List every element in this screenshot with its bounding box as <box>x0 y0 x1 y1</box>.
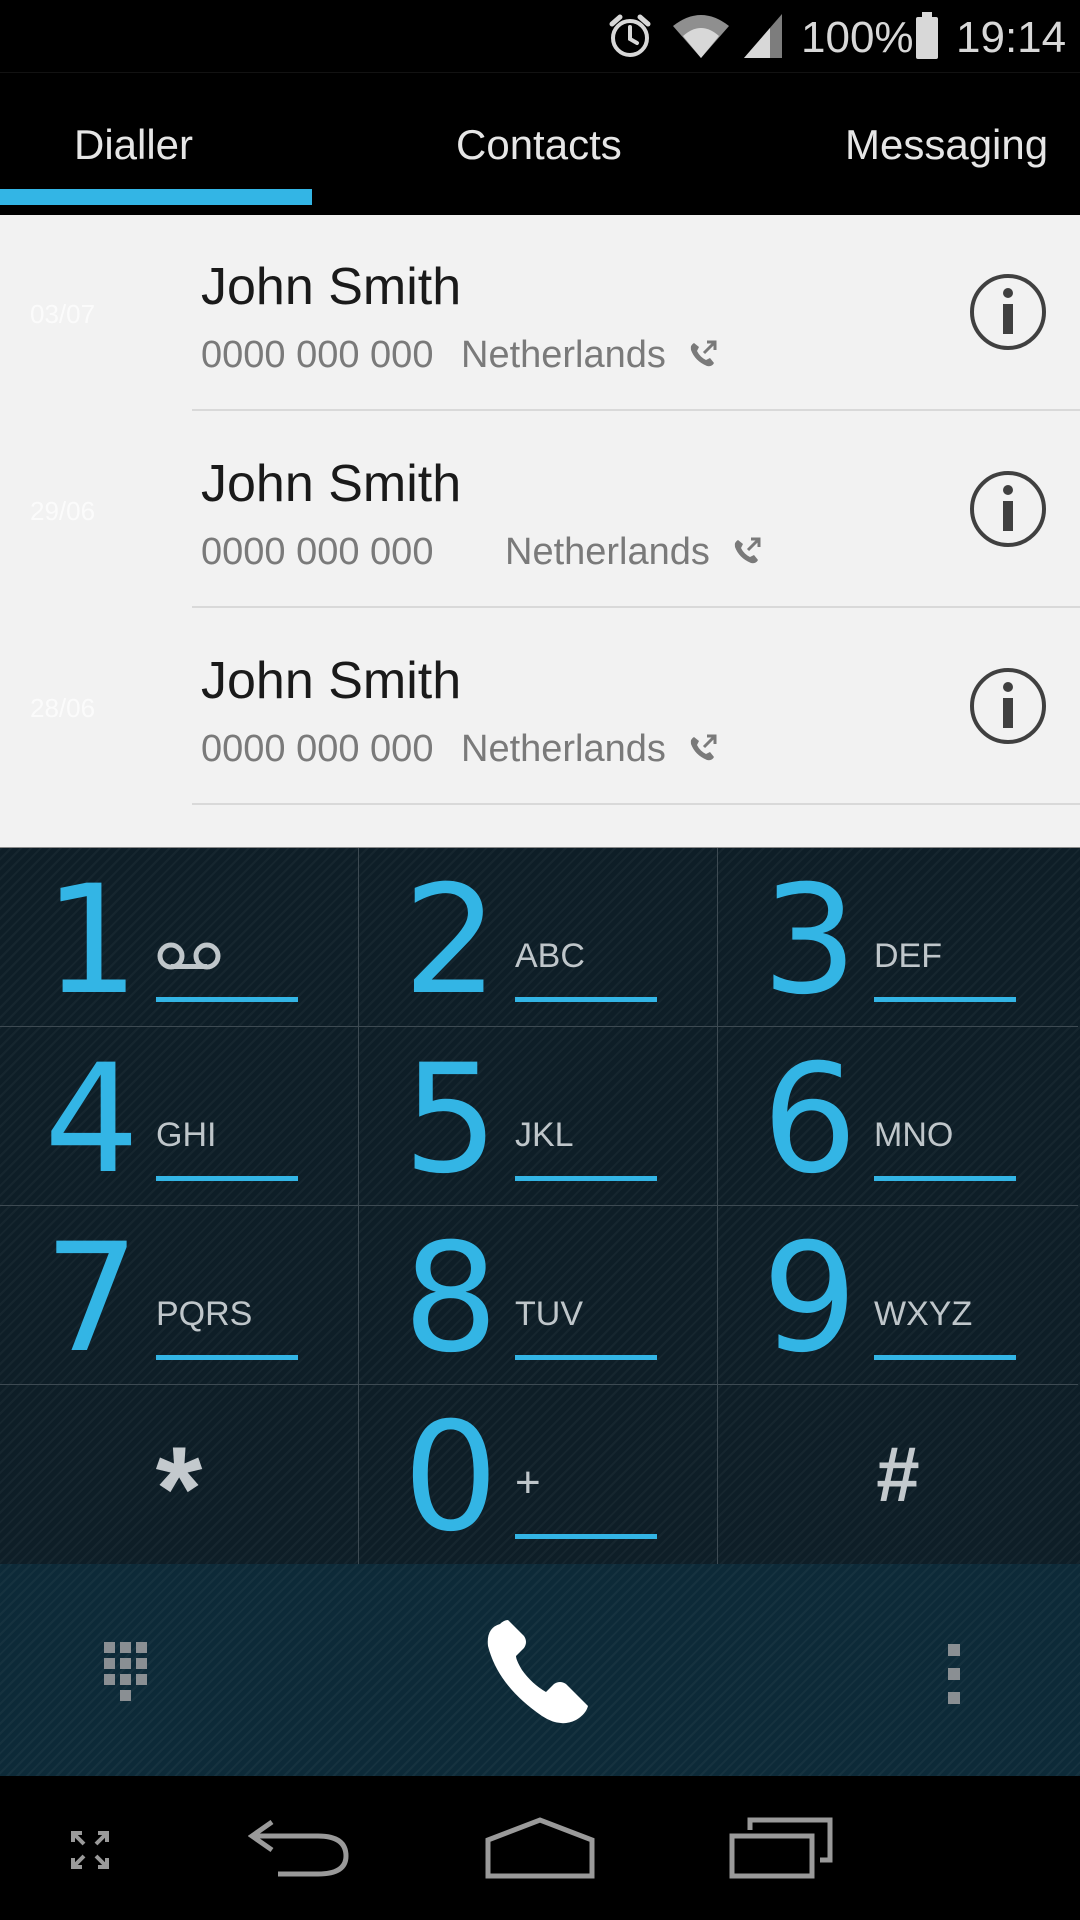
dialer-action-bar <box>0 1564 1080 1776</box>
dialpad-key-2[interactable]: 2 ABC <box>359 848 718 1027</box>
voicemail-icon <box>157 942 221 970</box>
call-location: Netherlands <box>505 531 710 573</box>
navigation-bar <box>0 1776 1080 1920</box>
key-digit: 9 <box>762 1212 858 1386</box>
dialpad: 1 2 ABC 3 DEF 4 GHI 5 JKL 6 MNO 7 PQRS 8… <box>0 848 1080 1564</box>
key-digit: 7 <box>44 1212 140 1386</box>
contact-info-button[interactable] <box>969 667 1047 745</box>
phone-number: 0000 000 000 <box>201 531 434 573</box>
key-underline <box>515 1534 657 1539</box>
dialpad-key-3[interactable]: 3 DEF <box>718 848 1078 1027</box>
key-underline <box>515 997 657 1002</box>
key-letters: JKL <box>515 1116 574 1154</box>
key-underline <box>874 1176 1016 1181</box>
status-bar: 100% 19:14 <box>0 0 1080 73</box>
key-underline <box>156 1176 298 1181</box>
contact-info-button[interactable] <box>969 273 1047 351</box>
wifi-icon <box>673 15 729 58</box>
tab-dialler[interactable]: Dialler <box>74 119 193 171</box>
dialpad-key-hash[interactable]: # <box>718 1385 1078 1564</box>
tab-messaging[interactable]: Messaging <box>845 119 1048 171</box>
outgoing-call-icon <box>690 734 717 761</box>
contact-name: John Smith <box>201 455 462 513</box>
key-digit: * <box>155 1422 203 1556</box>
key-digit: 8 <box>403 1212 499 1386</box>
row-divider <box>192 606 1080 608</box>
call-log-item[interactable]: 28/06 John Smith 0000 000 000 Netherland… <box>0 609 1080 805</box>
key-letters: TUV <box>515 1295 583 1333</box>
key-letters: ABC <box>515 937 585 975</box>
dialer-screen: 100% 19:14 Dialler Contacts Messaging 03… <box>0 0 1080 1920</box>
key-underline <box>156 997 298 1002</box>
key-letters: WXYZ <box>874 1295 973 1333</box>
dialpad-key-5[interactable]: 5 JKL <box>359 1027 718 1206</box>
key-digit: 4 <box>44 1033 140 1207</box>
dialpad-key-9[interactable]: 9 WXYZ <box>718 1206 1078 1385</box>
tab-bar: Dialler Contacts Messaging <box>0 73 1080 215</box>
overflow-menu-icon[interactable] <box>944 1642 964 1706</box>
row-divider <box>192 803 1080 805</box>
contact-name: John Smith <box>201 258 462 316</box>
dialpad-key-star[interactable]: * <box>0 1385 359 1564</box>
key-letters: + <box>515 1458 541 1507</box>
expand-icon[interactable] <box>70 1830 110 1870</box>
call-log-item[interactable]: 29/06 John Smith 0000 000 000 Netherland… <box>0 412 1080 608</box>
back-icon[interactable] <box>248 1820 352 1880</box>
dialpad-key-4[interactable]: 4 GHI <box>0 1027 359 1206</box>
contact-info-button[interactable] <box>969 470 1047 548</box>
key-digit: 1 <box>44 854 140 1028</box>
key-letters: PQRS <box>156 1295 253 1333</box>
call-date: 28/06 <box>30 693 96 723</box>
alarm-icon <box>609 14 651 57</box>
key-digit: 2 <box>403 854 499 1028</box>
key-digit: 0 <box>403 1391 499 1565</box>
battery-percentage: 100% <box>801 13 914 62</box>
key-letters: GHI <box>156 1116 217 1154</box>
call-icon[interactable] <box>480 1612 600 1732</box>
key-underline <box>874 1355 1016 1360</box>
contact-name: John Smith <box>201 652 462 710</box>
recents-icon[interactable] <box>728 1816 834 1880</box>
key-underline <box>515 1355 657 1360</box>
dialpad-key-6[interactable]: 6 MNO <box>718 1027 1078 1206</box>
call-location: Netherlands <box>461 334 666 376</box>
dialpad-key-8[interactable]: 8 TUV <box>359 1206 718 1385</box>
key-underline <box>515 1176 657 1181</box>
call-date: 03/07 <box>30 299 96 329</box>
home-icon[interactable] <box>484 1816 596 1880</box>
key-digit: 3 <box>762 854 858 1028</box>
battery-icon <box>916 12 938 59</box>
key-digit: 5 <box>403 1033 499 1207</box>
key-letters: DEF <box>874 937 942 975</box>
outgoing-call-icon <box>690 340 717 367</box>
signal-icon <box>744 14 782 58</box>
dialpad-key-0[interactable]: 0 + <box>359 1385 718 1564</box>
row-divider <box>192 409 1080 411</box>
selected-tab-indicator <box>0 189 312 205</box>
key-underline <box>874 997 1016 1002</box>
key-underline <box>156 1355 298 1360</box>
call-location: Netherlands <box>461 728 666 770</box>
key-letters: MNO <box>874 1116 954 1154</box>
call-log-item[interactable]: 03/07 John Smith 0000 000 000 Netherland… <box>0 215 1080 411</box>
call-date: 29/06 <box>30 496 96 526</box>
phone-number: 0000 000 000 <box>201 334 434 376</box>
clock: 19:14 <box>956 13 1067 62</box>
tab-contacts[interactable]: Contacts <box>456 119 622 171</box>
outgoing-call-icon <box>734 537 761 564</box>
key-digit: 6 <box>762 1033 858 1207</box>
call-log-list[interactable]: 03/07 John Smith 0000 000 000 Netherland… <box>0 215 1080 849</box>
phone-number: 0000 000 000 <box>201 728 434 770</box>
key-digit: # <box>876 1430 920 1518</box>
dialpad-key-1[interactable]: 1 <box>0 848 359 1027</box>
dialpad-key-7[interactable]: 7 PQRS <box>0 1206 359 1385</box>
dialpad-toggle-icon[interactable] <box>98 1642 152 1704</box>
